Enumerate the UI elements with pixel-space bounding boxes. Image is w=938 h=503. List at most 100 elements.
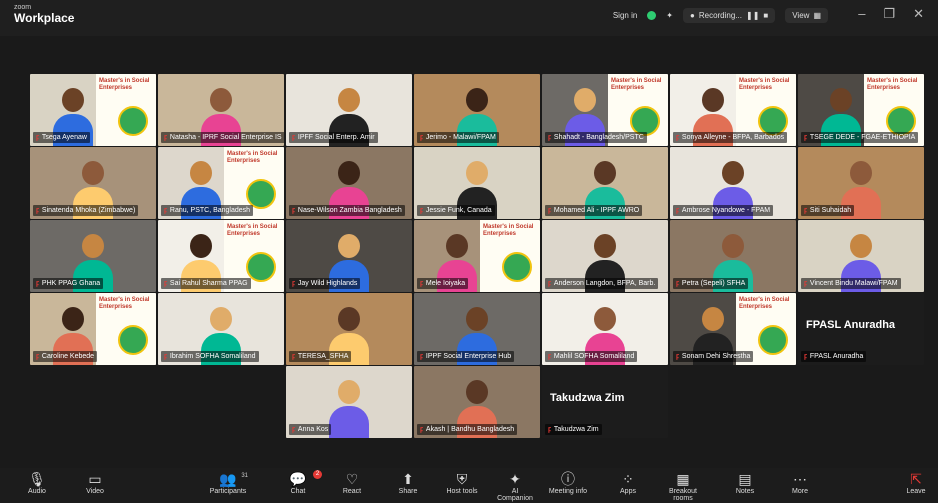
participant-tile[interactable]: ꝼ Jessie Funk, Canada: [414, 147, 540, 219]
poster-title: Master's in Social Enterprises: [227, 151, 278, 164]
ai-sparkle-icon[interactable]: ✦: [666, 11, 673, 20]
participant-head: [466, 307, 488, 331]
muted-mic-icon: ꝼ: [548, 426, 551, 433]
participant-name: Sonam Dehi Shrestha: [681, 353, 751, 360]
participant-head: [594, 161, 616, 185]
participant-tile[interactable]: ꝼ PHK PPAG Ghana: [30, 220, 156, 292]
participant-name: Takudzwa Zim: [553, 426, 599, 433]
participant-tile[interactable]: Master's in Social Enterprises ꝼ Sonya All…: [670, 74, 796, 146]
maximize-icon[interactable]: ❐: [883, 6, 895, 22]
poster-logo: [758, 325, 788, 355]
participant-tile[interactable]: ꝼ Akash | Bandhu Bangladesh: [414, 366, 540, 438]
participant-name: Sinatenda Mhoka (Zimbabwe): [41, 207, 136, 214]
participant-tile[interactable]: ꝼ TERESA_SFHA: [286, 293, 412, 365]
poster-title: Master's in Social Enterprises: [611, 78, 662, 91]
participant-name: Petra (Sepeli) SFHA: [681, 280, 746, 287]
muted-mic-icon: ꝼ: [292, 134, 295, 141]
participant-name-tag: ꝼ Nase-Wilson Zambia Bangladesh: [289, 205, 405, 216]
participant-name-tag: ꝼ Anderson Langdon, BFPA, Barb.: [545, 278, 659, 289]
participant-tile[interactable]: ꝼ Jay Wild Highlands: [286, 220, 412, 292]
participant-tile[interactable]: Takudzwa Zim ꝼ Takudzwa Zim: [542, 366, 668, 438]
participant-tile[interactable]: ꝼ Anna Kos: [286, 366, 412, 438]
participant-tile[interactable]: ꝼ Siti Suhaidah: [798, 147, 924, 219]
participant-tile[interactable]: ꝼ Nase-Wilson Zambia Bangladesh: [286, 147, 412, 219]
host-tools-button[interactable]: ⛨ Host tools: [440, 470, 484, 495]
more-button[interactable]: ⋯ More: [778, 470, 822, 495]
toolbar-label: Audio: [28, 488, 46, 495]
react-button[interactable]: ♡ React: [330, 470, 374, 495]
participant-name-tag: ꝼ Natasha - IPRF Social Enterprise IS: [161, 132, 284, 143]
share-button[interactable]: ⬆ Share: [386, 470, 430, 495]
participant-tile[interactable]: ꝼ IPFF Social Enterp. Amir: [286, 74, 412, 146]
stop-icon[interactable]: ■: [763, 11, 768, 20]
breakout-rooms-button[interactable]: ▦ Breakout rooms: [661, 470, 705, 502]
poster-title: Master's in Social Enterprises: [867, 78, 918, 91]
participant-tile[interactable]: ꝼ Ambrose Nyandowe - FPAM: [670, 147, 796, 219]
participant-name: Ambrose Nyandowe - FPAM: [681, 207, 771, 214]
participants-button[interactable]: 👥 Participants 31: [206, 470, 250, 495]
signin-link[interactable]: Sign in: [613, 11, 637, 20]
participant-tile[interactable]: ꝼ IPPF Social Enterprise Hub: [414, 293, 540, 365]
participant-tile[interactable]: ꝼ Vincent Bindu Malawi/FPAM: [798, 220, 924, 292]
minimize-icon[interactable]: –: [858, 6, 865, 22]
muted-mic-icon: ꝼ: [804, 134, 807, 141]
participant-name-tag: ꝼ FPASL Anuradha: [801, 351, 867, 362]
participant-tile[interactable]: ꝼ Petra (Sepeli) SFHA: [670, 220, 796, 292]
participant-tile[interactable]: FPASL Anuradha ꝼ FPASL Anuradha: [798, 293, 924, 365]
participant-tile[interactable]: ꝼ Jerimo - Malawi/FPAM: [414, 74, 540, 146]
muted-mic-icon: ꝼ: [676, 134, 679, 141]
participant-tile[interactable]: Master's in Social Enterprises ꝼ Sonam Deh…: [670, 293, 796, 365]
participant-head: [338, 234, 360, 258]
participant-tile[interactable]: ꝼ Ibrahim SOFHA Somaliland: [158, 293, 284, 365]
chat-button[interactable]: 💬 2 Chat: [276, 470, 322, 495]
audio-button[interactable]: 🎙 Audio: [15, 470, 59, 495]
participant-tile[interactable]: ꝼ Anderson Langdon, BFPA, Barb.: [542, 220, 668, 292]
participant-head: [850, 161, 872, 185]
ai-companion-button[interactable]: ✦ AI Companion: [493, 470, 537, 502]
toolbar-label: Meeting info: [548, 488, 588, 495]
toolbar-label: Leave: [906, 488, 926, 495]
participant-name-tag: ꝼ TSEGE DEDE - FGAE-ETHIOPIA: [801, 132, 919, 143]
participant-name: IPFF Social Enterp. Amir: [297, 134, 375, 141]
participant-name-tag: ꝼ Anna Kos: [289, 424, 332, 435]
participant-tile[interactable]: ꝼ Mohamed Ali - IPPF AWRO: [542, 147, 668, 219]
participant-tile[interactable]: Master's in Social Enterprises ꝼ TSEGE DED…: [798, 74, 924, 146]
participant-name-tag: ꝼ Mahlil SOFHA Somaliland: [545, 351, 638, 362]
participant-tile[interactable]: Master's in Social Enterprises ꝼ Shahadt -…: [542, 74, 668, 146]
participant-name: Tsega Ayenaw: [41, 134, 87, 141]
info-icon: ⓘ: [561, 471, 575, 487]
participant-name: Mohamed Ali - IPPF AWRO: [553, 207, 640, 214]
participant-name: Caroline Kebede: [41, 353, 95, 360]
participant-tile[interactable]: ꝼ Sinatenda Mhoka (Zimbabwe): [30, 147, 156, 219]
participant-tile[interactable]: Master's in Social Enterprises ꝼ Sai Rahul…: [158, 220, 284, 292]
poster-title: Master's in Social Enterprises: [99, 297, 150, 310]
apps-button[interactable]: ⁘ Apps: [606, 470, 650, 495]
participant-body: [329, 406, 369, 438]
participant-tile[interactable]: Master's in Social Enterprises ꝼ Ranu, PST…: [158, 147, 284, 219]
pause-icon[interactable]: ❚❚: [746, 11, 759, 20]
recording-indicator[interactable]: ● Recording... ❚❚ ■: [683, 8, 776, 23]
participant-tile[interactable]: Master's in Social Enterprises ꝼ Mele Ioiy…: [414, 220, 540, 292]
participant-head: [466, 88, 488, 112]
participant-name: Akash | Bandhu Bangladesh: [425, 426, 515, 433]
participant-display-name: Takudzwa Zim: [550, 392, 625, 404]
participant-name-tag: ꝼ Mele Ioiyaka: [417, 278, 469, 289]
close-icon[interactable]: ✕: [913, 6, 924, 22]
participant-head: [850, 234, 872, 258]
view-button[interactable]: View ▦: [785, 8, 828, 23]
muted-mic-icon: ꝼ: [804, 280, 807, 287]
meeting-info-button[interactable]: ⓘ Meeting info: [546, 470, 590, 495]
encryption-shield-icon[interactable]: [647, 11, 657, 20]
video-button[interactable]: ▭ Video: [73, 470, 117, 495]
participant-tile[interactable]: ꝼ Natasha - IPRF Social Enterprise IS: [158, 74, 284, 146]
participant-tile[interactable]: Master's in Social Enterprises ꝼ Tsega Aye…: [30, 74, 156, 146]
participant-tile[interactable]: ꝼ Mahlil SOFHA Somaliland: [542, 293, 668, 365]
leave-icon: ⇱: [910, 471, 922, 487]
muted-mic-icon: ꝼ: [676, 207, 679, 214]
notes-button[interactable]: ▤ Notes: [723, 470, 767, 495]
participant-tile[interactable]: Master's in Social Enterprises ꝼ Caroline …: [30, 293, 156, 365]
toolbar-label: AI Companion: [497, 488, 533, 502]
leave-button[interactable]: ⇱ Leave: [894, 470, 938, 495]
poster-title: Master's in Social Enterprises: [739, 297, 790, 310]
participant-name-tag: ꝼ Ibrahim SOFHA Somaliland: [161, 351, 259, 362]
